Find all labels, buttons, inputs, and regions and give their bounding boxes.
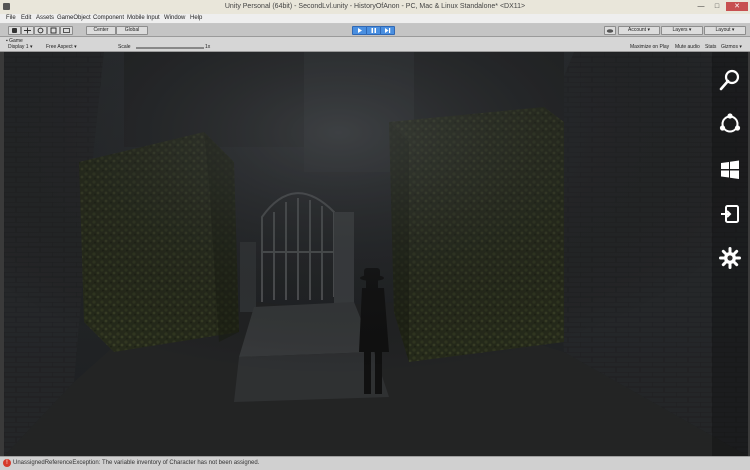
menu-component[interactable]: Component [93,15,124,21]
rotate-tool-button[interactable] [34,26,47,35]
layers-dropdown[interactable]: Layers ▾ [661,26,703,35]
error-icon: ! [3,459,11,467]
layers-label: Layers [672,27,688,33]
maximize-button[interactable]: □ [709,2,725,11]
menu-assets[interactable]: Assets [36,15,54,21]
console-status-bar[interactable]: ! UnassignedReferenceException: The vari… [0,456,750,470]
menu-mobile-input[interactable]: Mobile Input [127,15,160,21]
hand-tool-button[interactable] [8,26,21,35]
maximize-on-play-toggle[interactable]: Maximize on Play [630,44,669,50]
account-dropdown[interactable]: Account ▾ [618,26,660,35]
gizmos-dropdown[interactable]: Gizmos ▾ [721,44,742,50]
play-button[interactable] [352,26,367,35]
layout-label: Layout [715,27,731,33]
windows-start-icon[interactable] [718,158,742,182]
search-icon[interactable] [718,68,742,92]
scale-value: 1x [205,44,211,50]
rect-icon [63,28,70,33]
minimize-button[interactable]: — [693,2,709,11]
game-view-header: ▪ Game Display 1 ▾ Free Aspect ▾ Scale 1… [0,37,750,52]
game-viewport[interactable] [4,52,748,456]
charms-bar [712,52,748,456]
settings-icon[interactable] [718,246,742,270]
aspect-dropdown[interactable]: Free Aspect ▾ [46,44,77,50]
layout-dropdown[interactable]: Layout ▾ [704,26,746,35]
step-button[interactable] [380,26,395,35]
devices-icon[interactable] [718,202,742,226]
scale-slider[interactable] [136,47,204,49]
step-icon [385,28,391,33]
game-scene-render [4,52,748,456]
console-last-message: UnassignedReferenceException: The variab… [13,460,260,466]
rotate-icon [37,27,44,34]
cloud-icon [606,29,614,33]
gizmos-label: Gizmos [721,44,738,50]
menu-file[interactable]: File [6,15,16,21]
move-tool-button[interactable] [21,26,34,35]
pivot-toggle-label: Center [93,27,109,33]
main-toolbar: Center Global Account ▾ Layers ▾ Layout … [0,24,750,37]
move-icon [24,27,31,34]
window-title: Unity Personal (64bit) - SecondLvl.unity… [224,3,526,10]
scale-label: Scale [118,44,131,50]
pause-icon [371,28,376,33]
space-toggle-label: Global [124,27,140,33]
display-dropdown[interactable]: Display 1 ▾ [8,44,32,50]
menu-bar: File Edit Assets GameObject Component Mo… [0,14,750,24]
pause-button[interactable] [366,26,381,35]
menu-gameobject[interactable]: GameObject [57,15,91,21]
window-titlebar: Unity Personal (64bit) - SecondLvl.unity… [0,0,750,14]
menu-help[interactable]: Help [190,15,202,21]
cloud-button[interactable] [604,26,616,35]
rect-tool-button[interactable] [60,26,73,35]
space-toggle-button[interactable]: Global [116,26,148,35]
account-label: Account [628,27,647,33]
menu-edit[interactable]: Edit [21,15,31,21]
display-label: Display 1 [8,44,29,50]
close-button[interactable]: ✕ [726,2,748,11]
play-icon [358,28,362,33]
hand-icon [12,28,17,33]
share-icon[interactable] [718,112,742,136]
menu-window[interactable]: Window [164,15,185,21]
pivot-toggle-button[interactable]: Center [86,26,116,35]
scale-icon [50,27,57,34]
scale-tool-button[interactable] [47,26,60,35]
stats-toggle[interactable]: Stats [705,44,716,50]
mute-audio-toggle[interactable]: Mute audio [675,44,700,50]
aspect-label: Free Aspect [46,44,73,50]
